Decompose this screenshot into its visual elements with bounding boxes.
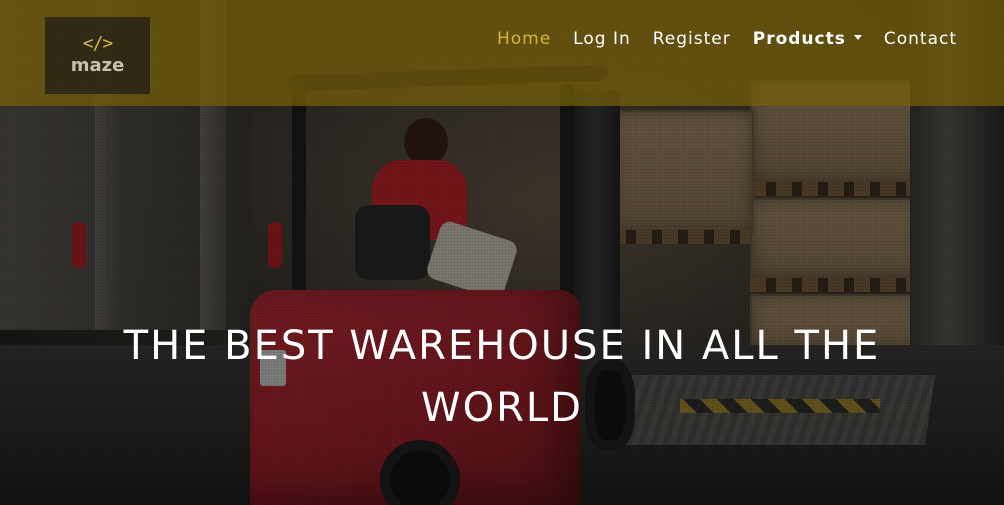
nav-item-contact[interactable]: Contact: [884, 29, 957, 49]
nav-item-products-label: Products: [752, 29, 846, 49]
nav-item-home[interactable]: Home: [497, 29, 551, 49]
logo-text: maze: [70, 54, 125, 76]
site-logo[interactable]: </> maze: [45, 17, 150, 94]
nav-item-log-in[interactable]: Log In: [573, 29, 631, 49]
navbar: </> maze Home Log In Register Products C…: [0, 0, 1004, 106]
hero-headline-line-1: THE BEST WAREHOUSE IN ALL THE: [123, 322, 881, 369]
hero-headline-line-2: WORLD: [421, 384, 583, 431]
nav-menu: Home Log In Register Products Contact: [497, 26, 957, 52]
hero-headline: THE BEST WAREHOUSE IN ALL THE WORLD: [0, 315, 1004, 439]
code-brackets-icon: </>: [82, 32, 113, 54]
nav-item-register[interactable]: Register: [653, 29, 731, 49]
hero-section: </> maze Home Log In Register Products C…: [0, 0, 1004, 505]
caret-down-icon: [853, 34, 862, 40]
nav-item-products[interactable]: Products: [753, 29, 862, 49]
